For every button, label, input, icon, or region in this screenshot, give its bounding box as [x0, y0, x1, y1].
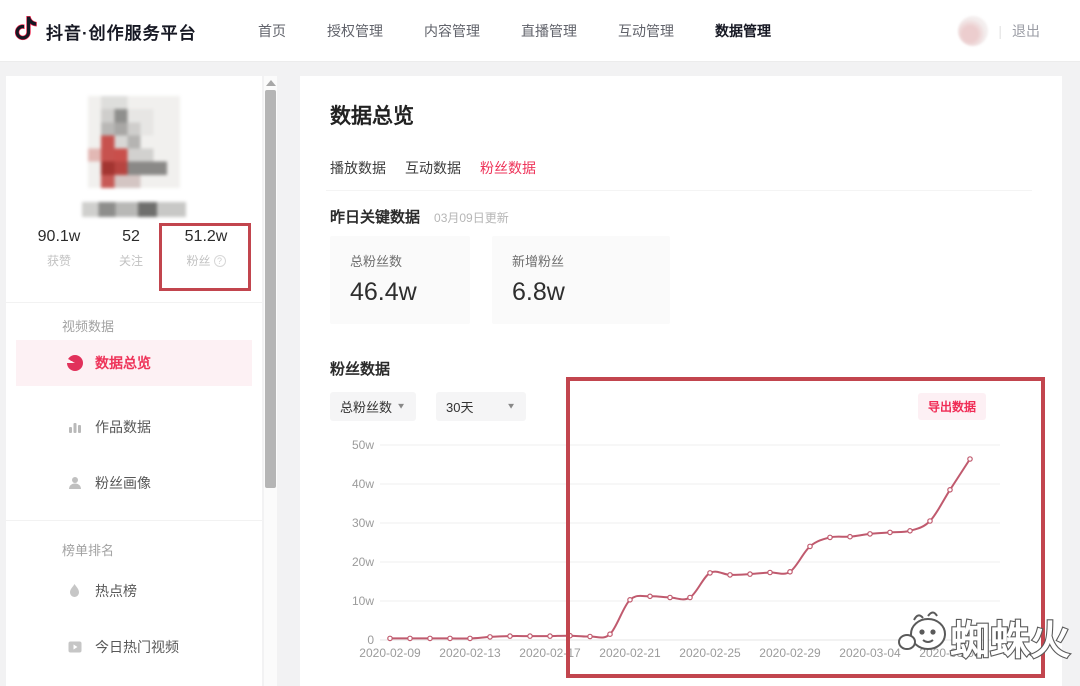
nav-item-content[interactable]: 内容管理: [424, 21, 480, 41]
section-rankings: 榜单排名: [62, 540, 114, 559]
top-header: 抖音·创作服务平台 首页 授权管理 内容管理 直播管理 互动管理 数据管理 | …: [0, 0, 1080, 62]
divider: [6, 520, 262, 521]
stat-fans-label: 粉丝: [186, 252, 210, 269]
svg-text:50w: 50w: [352, 438, 374, 452]
section-video-data: 视频数据: [62, 316, 114, 335]
svg-text:2020-03-04: 2020-03-04: [839, 646, 901, 660]
question-icon[interactable]: ?: [214, 255, 226, 267]
sidebar-item-hot-list[interactable]: 热点榜: [16, 568, 252, 614]
tab-interaction-data[interactable]: 互动数据: [405, 158, 461, 178]
divider: [6, 302, 262, 303]
metric-select[interactable]: 总粉丝数 ▼: [330, 392, 416, 421]
svg-text:2020-02-21: 2020-02-21: [599, 646, 661, 660]
sidebar-item-label: 热点榜: [95, 581, 137, 601]
chevron-down-icon: ▼: [506, 402, 516, 411]
sidebar-item-label: 今日热门视频: [95, 637, 179, 657]
flame-icon: [66, 583, 83, 600]
divider: |: [998, 23, 1002, 39]
profile-name-blurred: [82, 202, 186, 217]
sidebar-item-fans-portrait[interactable]: 粉丝画像: [16, 460, 252, 506]
profile-avatar[interactable]: [88, 96, 180, 188]
tab-fans-data[interactable]: 粉丝数据: [480, 158, 536, 178]
user-avatar[interactable]: [958, 16, 988, 46]
data-tabs: 播放数据 互动数据 粉丝数据: [330, 158, 536, 178]
app-title: 抖音·创作服务平台: [46, 19, 197, 44]
video-icon: [66, 639, 83, 656]
updated-timestamp: 03月09日更新: [434, 209, 509, 226]
bar-chart-icon: [66, 419, 83, 436]
stat-following: 52 关注: [102, 228, 160, 269]
range-select-value: 30天: [446, 397, 473, 416]
sidebar-item-label: 作品数据: [95, 417, 151, 437]
svg-text:40w: 40w: [352, 477, 374, 491]
logout-button[interactable]: 退出: [1012, 21, 1040, 41]
svg-text:2020-02-09: 2020-02-09: [359, 646, 421, 660]
svg-text:30w: 30w: [352, 516, 374, 530]
yesterday-title: 昨日关键数据: [330, 206, 420, 227]
fans-data-title: 粉丝数据: [330, 358, 390, 379]
stat-likes: 90.1w 获赞: [16, 228, 102, 269]
douyin-logo-icon: [14, 15, 38, 47]
nav-item-data[interactable]: 数据管理: [715, 21, 771, 41]
page-title: 数据总览: [330, 100, 414, 130]
svg-text:2020-02-29: 2020-02-29: [759, 646, 821, 660]
scrollbar-up-arrow-icon[interactable]: [266, 80, 276, 86]
sidebar-item-works-data[interactable]: 作品数据: [16, 404, 252, 450]
sidebar-scrollbar-thumb[interactable]: [265, 90, 276, 488]
tab-play-data[interactable]: 播放数据: [330, 158, 386, 178]
sidebar-item-label: 粉丝画像: [95, 473, 151, 493]
divider: [326, 190, 1032, 191]
stat-fans: 51.2w 粉丝 ?: [160, 228, 252, 269]
nav-item-live[interactable]: 直播管理: [521, 21, 577, 41]
svg-text:2020-02-17: 2020-02-17: [519, 646, 581, 660]
brand: 抖音·创作服务平台: [14, 15, 197, 47]
nav-item-auth[interactable]: 授权管理: [327, 21, 383, 41]
export-data-button[interactable]: 导出数据: [918, 393, 986, 420]
card-total-fans: 总粉丝数 46.4w: [330, 236, 470, 324]
card-new-fans: 新增粉丝 6.8w: [492, 236, 670, 324]
header-nav: 首页 授权管理 内容管理 直播管理 互动管理 数据管理: [258, 0, 771, 62]
key-metric-cards: 总粉丝数 46.4w 新增粉丝 6.8w: [330, 236, 670, 324]
main-content: 数据总览 播放数据 互动数据 粉丝数据 昨日关键数据 03月09日更新 总粉丝数…: [300, 76, 1062, 686]
profile-stats: 90.1w 获赞 52 关注 51.2w 粉丝 ?: [16, 228, 252, 269]
yesterday-key-data: 昨日关键数据 03月09日更新: [330, 206, 509, 227]
svg-text:20w: 20w: [352, 555, 374, 569]
sidebar-item-data-overview[interactable]: 数据总览: [16, 340, 252, 386]
sidebar-item-label: 数据总览: [95, 353, 151, 373]
svg-text:2020-02-13: 2020-02-13: [439, 646, 501, 660]
svg-text:2020-02-25: 2020-02-25: [679, 646, 741, 660]
header-right: | 退出: [958, 0, 1040, 62]
pie-chart-icon: [66, 355, 83, 372]
svg-text:0: 0: [367, 633, 374, 647]
fans-chart: 0 10w 20w 30w 40w 50w 2020-02-09 2020-02-13 2020…: [340, 432, 1010, 664]
metric-select-value: 总粉丝数: [340, 397, 392, 416]
date-range-select[interactable]: 30天 ▼: [436, 392, 526, 421]
douyin-creator-dashboard: 抖音·创作服务平台 首页 授权管理 内容管理 直播管理 互动管理 数据管理 | …: [0, 0, 1080, 686]
sidebar-item-today-hot-videos[interactable]: 今日热门视频: [16, 624, 252, 670]
sidebar: 90.1w 获赞 52 关注 51.2w 粉丝 ? 视频数据 数据总览: [6, 76, 262, 686]
nav-item-home[interactable]: 首页: [258, 21, 286, 41]
user-icon: [66, 475, 83, 492]
svg-text:2020-03-08: 2020-03-08: [919, 646, 981, 660]
svg-text:10w: 10w: [352, 594, 374, 608]
nav-item-interaction[interactable]: 互动管理: [618, 21, 674, 41]
chevron-down-icon: ▼: [396, 402, 406, 411]
